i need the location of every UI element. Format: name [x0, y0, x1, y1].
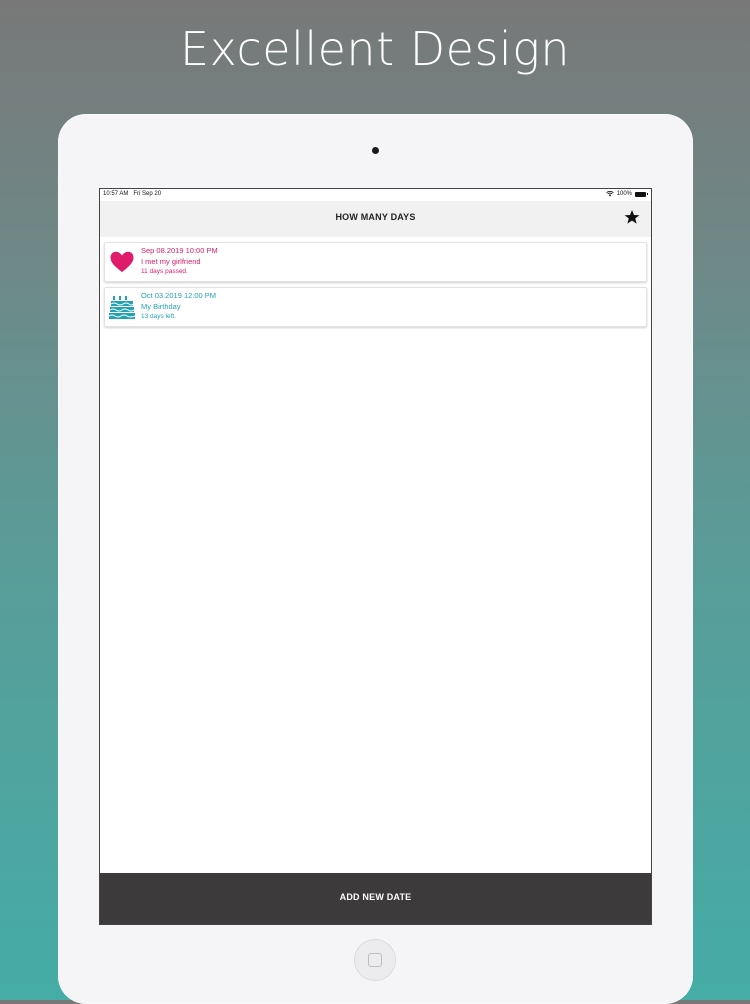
nav-bar: HOW MANY DAYS [100, 201, 651, 237]
battery-icon [635, 191, 648, 197]
event-title: My Birthday [141, 301, 181, 311]
front-camera [372, 147, 379, 154]
status-left: 10:57 AM Fri Sep 20 [103, 191, 161, 197]
event-date: Sep 08.2019 10:00 PM [141, 246, 218, 255]
status-right: 100% [605, 191, 648, 197]
list-item[interactable]: Oct 03.2019 12:00 PM My Birthday 13 days… [104, 287, 647, 327]
event-status: 11 days passed. [141, 268, 188, 275]
list-item[interactable]: Sep 08.2019 10:00 PM I met my girlfriend… [104, 242, 647, 282]
status-date: Fri Sep 20 [133, 191, 162, 197]
event-texts: Sep 08.2019 10:00 PM I met my girlfriend… [141, 246, 218, 278]
birthday-cake-icon [108, 296, 136, 319]
event-status: 13 days left. [141, 313, 177, 320]
battery-percent: 100% [616, 191, 632, 197]
event-date: Oct 03.2019 12:00 PM [141, 291, 217, 300]
home-button[interactable] [354, 939, 396, 981]
status-bar: 10:57 AM Fri Sep 20 100% [100, 189, 651, 201]
app-screen: 10:57 AM Fri Sep 20 100% HOW MANY DAYS S… [99, 188, 652, 925]
events-list: Sep 08.2019 10:00 PM I met my girlfriend… [104, 242, 647, 332]
status-time: 10:57 AM [103, 191, 129, 197]
nav-title: HOW MANY DAYS [335, 212, 416, 222]
star-icon[interactable] [624, 209, 640, 225]
event-title: I met my girlfriend [141, 256, 201, 266]
event-texts: Oct 03.2019 12:00 PM My Birthday 13 days… [141, 291, 216, 323]
add-new-date-button[interactable]: ADD NEW DATE [100, 873, 651, 924]
headline: Excellent Design [180, 22, 570, 76]
heart-icon [110, 251, 134, 272]
add-new-date-label: ADD NEW DATE [339, 892, 412, 902]
wifi-icon [605, 191, 614, 197]
home-square-icon [368, 953, 382, 967]
